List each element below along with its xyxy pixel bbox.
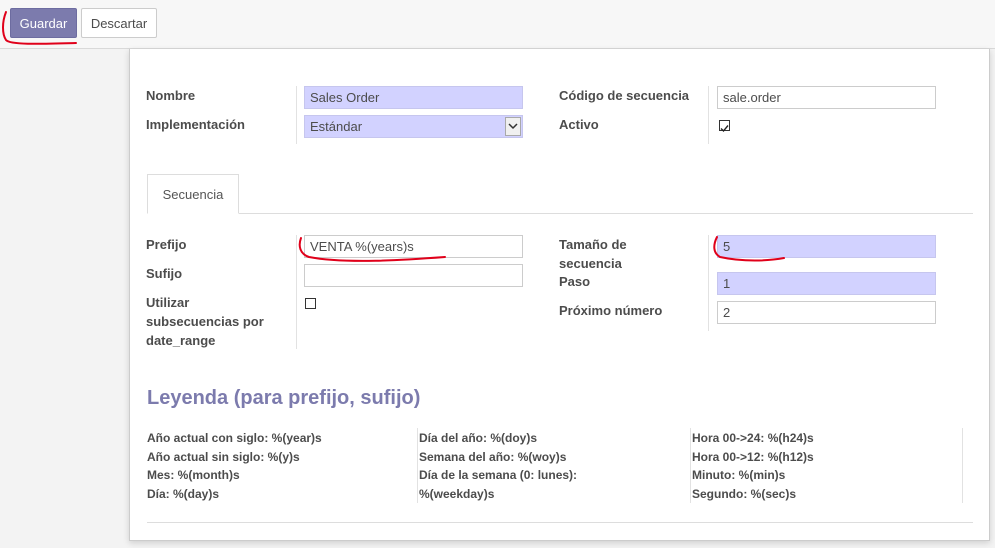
sequence-code-field[interactable]: sale.order [717, 86, 936, 109]
active-label: Activo [559, 117, 599, 132]
tab-secuencia[interactable]: Secuencia [147, 174, 239, 214]
legend-separator [962, 428, 963, 503]
control-panel: Guardar Descartar [0, 0, 995, 49]
active-checkbox[interactable] [719, 120, 730, 133]
suffix-field[interactable] [304, 264, 523, 287]
next-number-label: Próximo número [559, 303, 663, 318]
legend-column-1: Año actual con siglo: %(year)s Año actua… [147, 431, 322, 501]
step-field[interactable]: 1 [717, 272, 936, 295]
field-separator [296, 86, 297, 144]
implementation-label: Implementación [146, 117, 245, 132]
bottom-divider [147, 522, 973, 523]
tabs-underline [147, 213, 973, 214]
next-number-field[interactable]: 2 [717, 301, 936, 324]
field-separator [708, 86, 709, 144]
form-sheet: Nombre Implementación Sales Order Estánd… [129, 49, 990, 541]
implementation-select[interactable]: Estándar [304, 115, 523, 138]
implementation-value: Estándar [310, 119, 363, 134]
save-button[interactable]: Guardar [10, 8, 77, 38]
subsequence-checkbox[interactable] [305, 298, 316, 309]
checkmark-icon [720, 125, 729, 133]
chevron-down-icon[interactable] [505, 117, 521, 136]
sequence-code-label: Código de secuencia [559, 88, 690, 103]
name-field[interactable]: Sales Order [304, 86, 523, 109]
name-label: Nombre [146, 88, 196, 103]
sequence-size-label: Tamaño de secuencia [559, 237, 627, 271]
legend-column-3: Hora 00->24: %(h24)s Hora 00->12: %(h12)… [692, 431, 814, 501]
discard-button[interactable]: Descartar [81, 8, 157, 38]
step-label: Paso [559, 274, 591, 289]
prefix-field[interactable]: VENTA %(years)s [304, 235, 523, 258]
prefix-label: Prefijo [146, 237, 187, 252]
field-separator [708, 235, 709, 331]
subsequence-label: Utilizar subsecuencias por date_range [146, 295, 264, 348]
suffix-label: Sufijo [146, 266, 183, 281]
legend-column-2: Día del año: %(doy)s Semana del año: %(w… [419, 431, 578, 501]
field-separator [296, 235, 297, 349]
sequence-size-field[interactable]: 5 [717, 235, 936, 258]
legend-separator [417, 428, 418, 503]
legend-title: Leyenda (para prefijo, sufijo) [147, 387, 421, 409]
legend-separator [690, 428, 691, 503]
